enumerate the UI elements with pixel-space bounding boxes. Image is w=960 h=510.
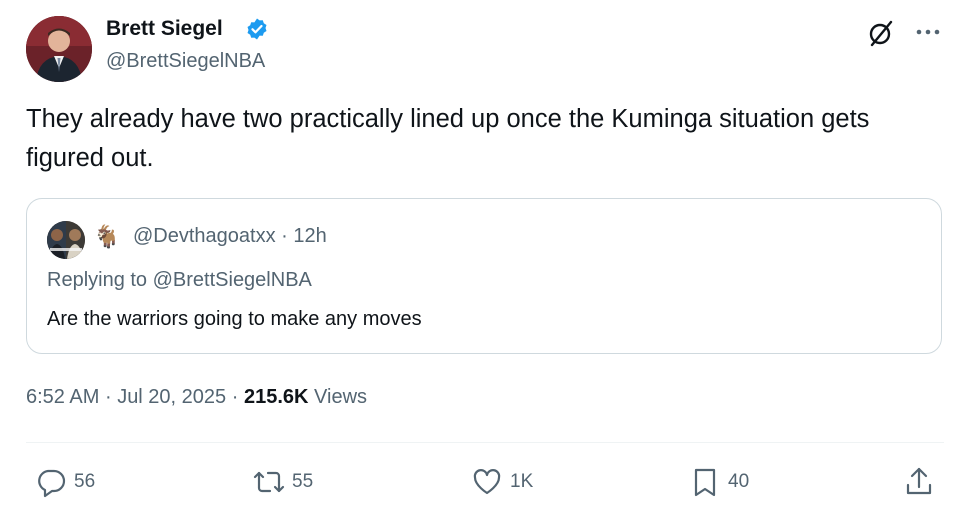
- bookmark-count: 40: [728, 471, 750, 492]
- goat-emoji: 🐐: [93, 224, 121, 249]
- repost-count: 55: [292, 471, 314, 492]
- bookmark-icon: [694, 468, 716, 497]
- author-name[interactable]: Brett Siegel: [106, 17, 223, 41]
- like-button[interactable]: 1K: [470, 464, 533, 500]
- share-button[interactable]: [902, 464, 936, 500]
- grok-icon[interactable]: [866, 18, 896, 48]
- verified-badge-icon: [247, 18, 267, 40]
- reply-button[interactable]: 56: [34, 464, 95, 500]
- tweet-meta: 6:52 AM · Jul 20, 2025 · 215.6K Views: [26, 386, 367, 409]
- author-avatar[interactable]: [26, 16, 92, 82]
- tweet-date[interactable]: Jul 20, 2025: [117, 386, 226, 408]
- quoted-handle-time[interactable]: @Devthagoatxx · 12h: [133, 225, 327, 248]
- tweet-text: They already have two practically lined …: [26, 105, 870, 172]
- meta-separator: ·: [231, 386, 239, 408]
- like-icon: [473, 469, 501, 495]
- quoted-text: Are the warriors going to make any moves: [47, 308, 422, 330]
- bookmark-button[interactable]: 40: [688, 464, 749, 500]
- like-count: 1K: [510, 471, 534, 492]
- views-label: Views: [314, 386, 368, 408]
- quoted-tweet[interactable]: 🐐 @Devthagoatxx · 12h Replying to @Brett…: [26, 198, 942, 354]
- views-count: 215.6K: [243, 386, 309, 408]
- share-icon: [906, 467, 932, 495]
- repost-icon: [253, 471, 285, 493]
- more-icon[interactable]: [912, 18, 944, 46]
- quoted-replying-to: Replying to @BrettSiegelNBA: [47, 269, 312, 291]
- author-handle[interactable]: @BrettSiegelNBA: [106, 50, 265, 73]
- reply-count: 56: [74, 471, 96, 492]
- tweet-time[interactable]: 6:52 AM: [26, 386, 99, 408]
- meta-separator: ·: [104, 386, 112, 408]
- quoted-avatar[interactable]: [47, 221, 85, 259]
- divider: [26, 442, 944, 443]
- repost-button[interactable]: 55: [252, 464, 313, 500]
- reply-icon: [38, 469, 66, 498]
